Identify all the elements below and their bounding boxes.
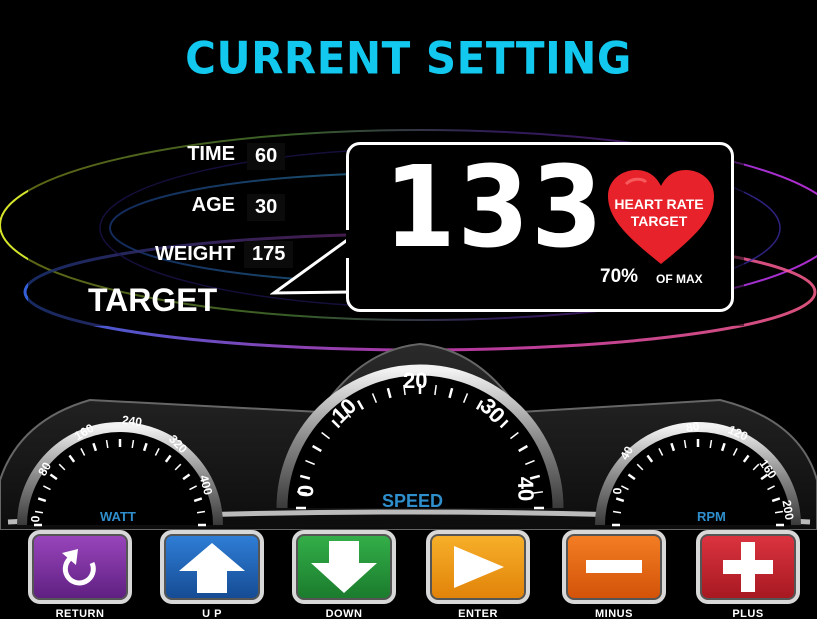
age-value: 30 (247, 194, 286, 221)
arrow-down-icon (311, 541, 377, 593)
heart-rate-value: 133 (384, 143, 605, 273)
age-label: AGE (191, 194, 235, 216)
target-label: TARGET (88, 282, 218, 318)
return-button-label: RETURN (55, 608, 105, 619)
speed-tick: 20 (403, 368, 428, 393)
heart-rate-of-max: OF MAX (656, 272, 703, 286)
watt-gauge-label: WATT (100, 509, 136, 524)
play-icon (454, 546, 504, 588)
speed-tick: 0 (292, 484, 319, 498)
up-button-label: U P (202, 608, 222, 619)
return-icon (62, 549, 96, 586)
up-button[interactable] (160, 530, 264, 604)
minus-button-label: MINUS (595, 608, 633, 619)
return-button[interactable] (28, 530, 132, 604)
weight-label: WEIGHT (155, 243, 235, 265)
page-title: CURRENT SETTING (185, 32, 632, 85)
heart-rate-caption: HEART RATE (614, 196, 704, 212)
heart-rate-percent: 70% (600, 266, 639, 287)
console-screen: CURRENT SETTING TIME 60 AGE 30 WEIGHT 17… (0, 0, 817, 619)
down-button-label: DOWN (325, 608, 363, 619)
time-label: TIME (187, 143, 235, 165)
plus-icon (723, 542, 773, 592)
rpm-tick: 0 (610, 487, 625, 495)
minus-button[interactable] (562, 530, 666, 604)
enter-button[interactable] (426, 530, 530, 604)
minus-icon (586, 560, 642, 573)
plus-button[interactable] (696, 530, 800, 604)
time-value: 60 (247, 143, 286, 170)
bubble-joint (346, 230, 352, 258)
plus-button-label: PLUS (732, 608, 764, 619)
watt-tick: 240 (121, 412, 143, 430)
arrow-up-icon (179, 543, 245, 593)
heart-rate-target-caption: TARGET (630, 213, 688, 229)
rpm-tick: 80 (684, 418, 701, 436)
speed-tick: 40 (512, 476, 539, 502)
speed-gauge-label: SPEED (382, 491, 444, 511)
enter-button-label: ENTER (458, 608, 498, 619)
watt-tick: 0 (28, 515, 43, 523)
down-button[interactable] (292, 530, 396, 604)
rpm-gauge-label: RPM (697, 509, 726, 524)
